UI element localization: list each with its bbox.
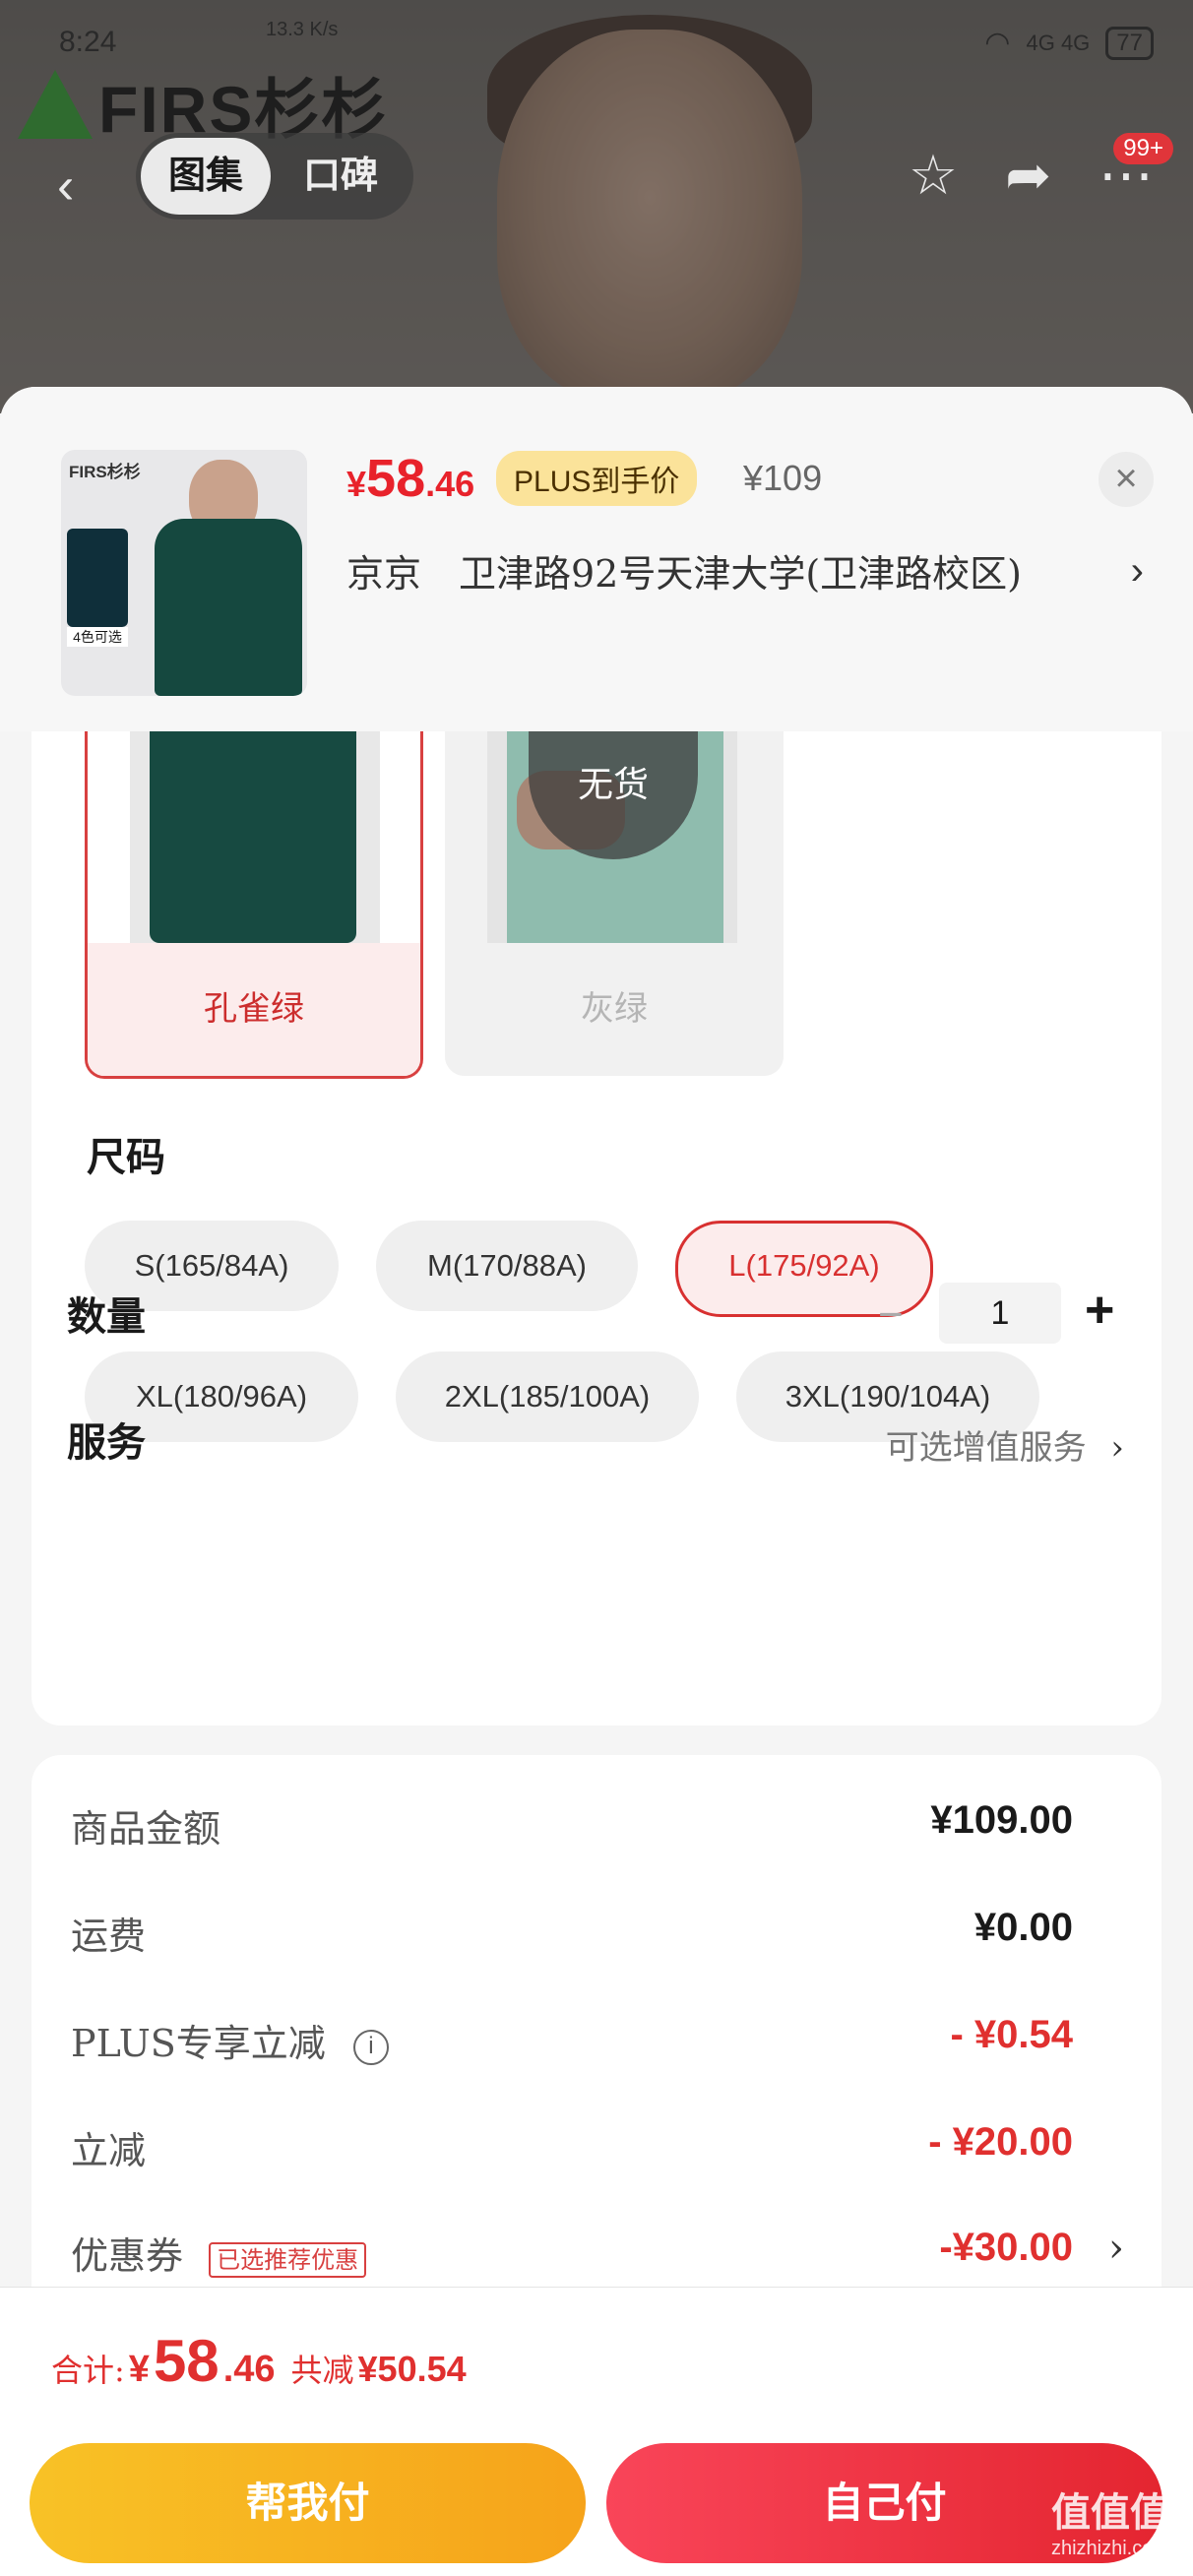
tab-reviews[interactable]: 口碑: [276, 138, 406, 215]
total-symbol: ¥: [128, 2349, 150, 2390]
summary-row-plus-discount: PLUS专享立减 i - ¥0.54: [71, 2013, 1073, 2072]
sku-bottom-sheet: FIRS杉杉 4色可选 ¥ 58 .46 PLUS到手价 ¥109 × 京京 卫…: [0, 387, 1193, 2575]
back-arrow-icon[interactable]: ‹: [57, 157, 74, 216]
service-label: 服务: [67, 1419, 146, 1466]
battery-icon: 77: [1105, 26, 1154, 60]
summary-row-instant-discount: 立减 - ¥20.00: [71, 2120, 1073, 2179]
delivery-address[interactable]: 京京 卫津路92号天津大学(卫津路校区): [346, 549, 1065, 598]
summary-value: - ¥0.54: [950, 2013, 1073, 2056]
watermark-main: 值值值: [1051, 2491, 1169, 2535]
total-label: 合计:: [51, 2352, 125, 2389]
summary-value: ¥109.00: [930, 1798, 1073, 1842]
plus-price-tag: PLUS到手价: [496, 451, 698, 506]
summary-value: - ¥20.00: [928, 2120, 1073, 2164]
options-card: 孔雀绿 无货 灰绿 尺码 S(165/84A) M(170/88A) L(175…: [31, 731, 1162, 1726]
total-decimal: .46: [222, 2349, 276, 2390]
summary-label: 运费: [71, 1915, 147, 1958]
size-section-title: 尺码: [87, 1134, 165, 1180]
summary-label: PLUS专享立减: [71, 2022, 326, 2065]
price-integer: 58: [366, 449, 426, 508]
summary-label: 商品金额: [71, 1807, 221, 1851]
color-option-label: 孔雀绿: [88, 943, 420, 1076]
share-icon[interactable]: ➦: [1005, 143, 1051, 208]
thumb-colors-label: 4色可选: [67, 627, 128, 647]
help-pay-button[interactable]: 帮我付: [30, 2443, 586, 2563]
summary-row-coupon[interactable]: 优惠券 已选推荐优惠 -¥30.00 ›: [71, 2226, 1124, 2285]
sheet-header: FIRS杉杉 4色可选 ¥ 58 .46 PLUS到手价 ¥109 × 京京 卫…: [0, 387, 1193, 731]
summary-row-shipping: 运费 ¥0.00: [71, 1906, 1073, 1965]
price-decimal: .46: [425, 464, 475, 504]
original-price: ¥109: [743, 458, 823, 498]
status-time: 8:24: [59, 26, 117, 58]
info-icon[interactable]: i: [352, 2029, 389, 2065]
watermark-sub: zhizhizhi.com: [1050, 2538, 1170, 2559]
coupon-tag: 已选推荐优惠: [209, 2241, 367, 2278]
quantity-label: 数量: [67, 1293, 146, 1340]
tab-switch: 图集 口碑: [136, 133, 413, 220]
summary-label: 立减: [71, 2129, 147, 2172]
saved-amount: ¥50.54: [357, 2349, 467, 2389]
color-option-grey-green[interactable]: 无货 灰绿: [445, 731, 784, 1076]
color-option-image: [130, 731, 380, 943]
close-icon[interactable]: ×: [1099, 452, 1154, 507]
star-icon[interactable]: ☆: [909, 143, 958, 208]
thumb-logo: FIRS杉杉: [69, 463, 141, 481]
chevron-right-icon[interactable]: ›: [1131, 549, 1144, 594]
quantity-plus-button[interactable]: +: [1085, 1281, 1114, 1340]
color-option-peacock-green[interactable]: 孔雀绿: [85, 731, 423, 1079]
saved-label: 共减: [290, 2352, 354, 2389]
size-chip-2xl[interactable]: 2XL(185/100A): [396, 1351, 699, 1442]
chevron-right-icon: ›: [1110, 1428, 1124, 1468]
service-value: 可选增值服务: [885, 1428, 1087, 1468]
color-option-label: 灰绿: [445, 943, 784, 1076]
summary-value: ¥0.00: [973, 1906, 1073, 1949]
tree-icon: [18, 70, 93, 139]
total-integer: 58: [153, 2328, 220, 2394]
quantity-input[interactable]: 1: [939, 1283, 1061, 1344]
price-summary-card: 商品金额 ¥109.00 运费 ¥0.00 PLUS专享立减 i - ¥0.54…: [31, 1755, 1162, 2306]
price-symbol: ¥: [346, 464, 367, 504]
summary-label: 优惠券: [71, 2234, 184, 2278]
quantity-minus-button[interactable]: −: [878, 1290, 904, 1340]
size-chip-m[interactable]: M(170/88A): [376, 1221, 638, 1311]
chevron-right-icon: ›: [1108, 2226, 1124, 2271]
checkout-footer: 合计: ¥ 58 .46 共减 ¥50.54 帮我付 自己付: [0, 2287, 1193, 2576]
top-nav-bar: ‹ 图集 口碑 ☆ ➦ ⋯ 99+: [0, 133, 1193, 221]
watermark: 值值值 zhizhizhi.com: [1041, 2481, 1179, 2560]
net-speed: 13.3 K/s: [266, 19, 339, 40]
signal-icon: 4G 4G: [1026, 30, 1091, 55]
service-selector[interactable]: 可选增值服务 ›: [886, 1420, 1124, 1469]
total-summary: 合计: ¥ 58 .46 共减 ¥50.54: [51, 2327, 467, 2395]
final-price: ¥ 58 .46: [346, 448, 474, 509]
summary-value: -¥30.00: [939, 2226, 1073, 2269]
summary-row-goods-amount: 商品金额 ¥109.00: [71, 1798, 1073, 1857]
wifi-icon: ◠: [984, 27, 1011, 59]
product-thumbnail[interactable]: FIRS杉杉 4色可选: [61, 450, 307, 696]
notification-badge: 99+: [1113, 133, 1173, 164]
tab-gallery[interactable]: 图集: [141, 138, 272, 215]
